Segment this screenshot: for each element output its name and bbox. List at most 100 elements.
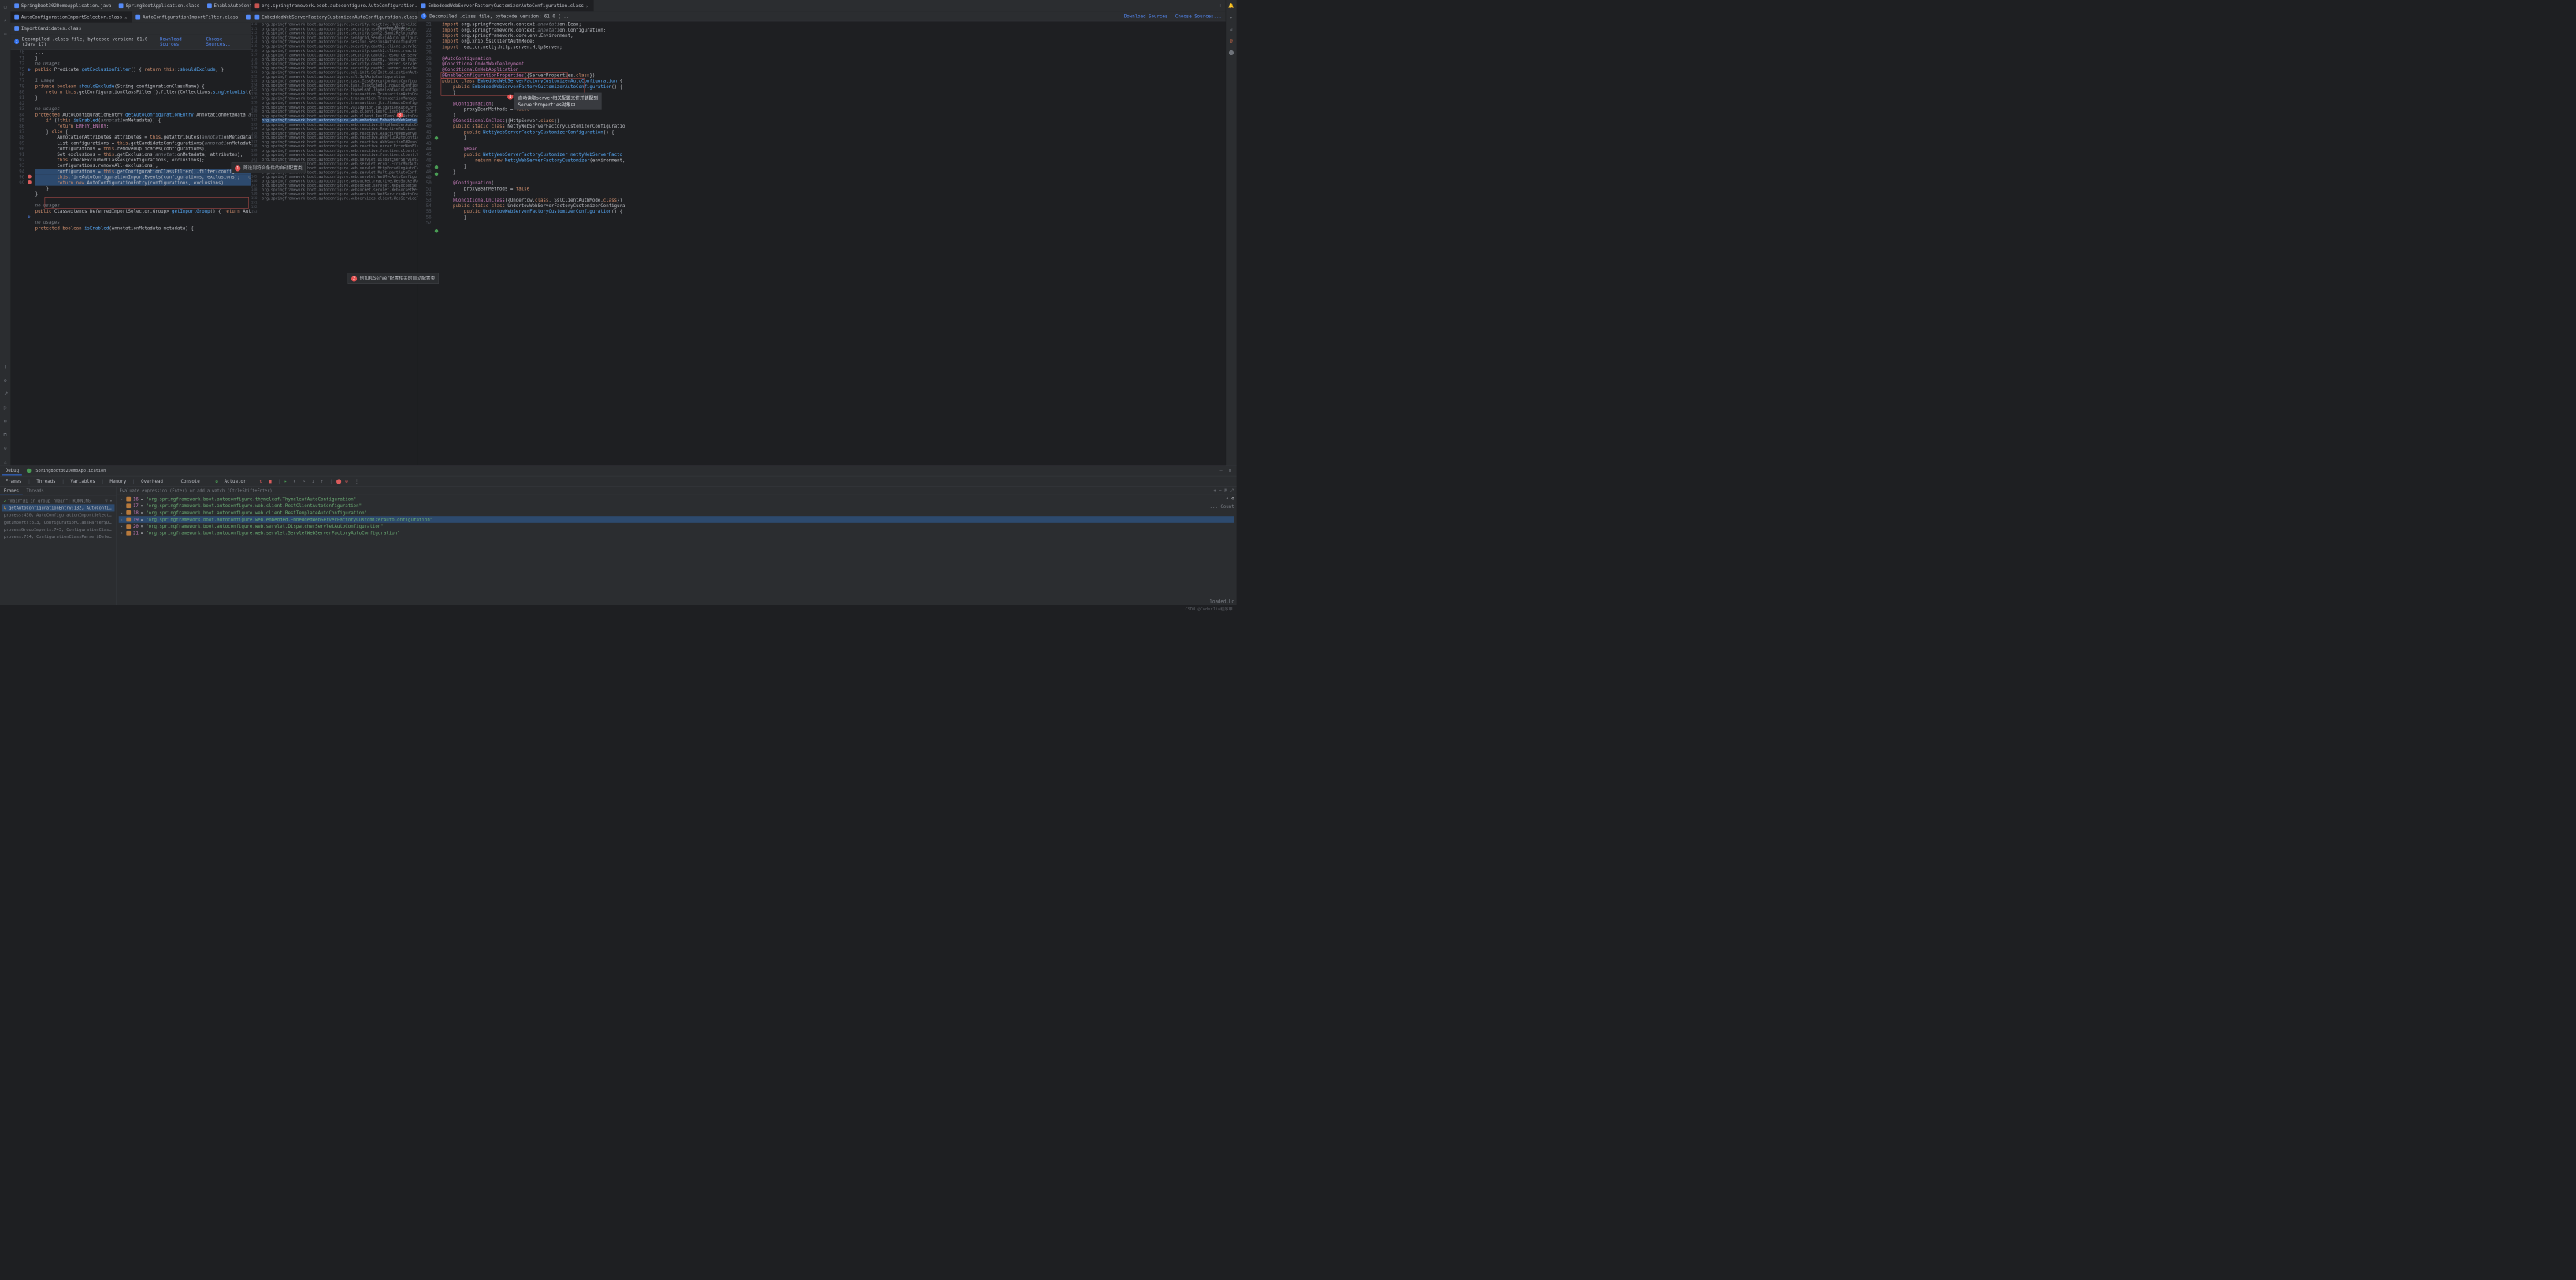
- notif-icon[interactable]: 🔔: [1228, 3, 1234, 9]
- hide-icon[interactable]: ⊟: [1229, 468, 1234, 473]
- debug-app-name: SpringBoot302DemoApplication: [35, 468, 106, 473]
- choose-sources-link[interactable]: Choose Sources...: [206, 36, 247, 46]
- tab-overflow-icon[interactable]: ⋮: [1216, 3, 1226, 8]
- threads-subtab[interactable]: Threads: [23, 487, 48, 495]
- download-sources-link[interactable]: Download Sources: [160, 36, 199, 46]
- close-icon[interactable]: ×: [586, 4, 590, 8]
- bug-icon[interactable]: ⚙: [2, 377, 9, 384]
- variables-panel: Evaluate expression (Enter) or add a wat…: [117, 487, 1237, 605]
- rerun-icon[interactable]: ↻: [260, 478, 265, 484]
- add-icon[interactable]: +: [1213, 488, 1216, 493]
- frames-subtab[interactable]: Frames: [0, 487, 23, 495]
- tab-row-mid: org.springframework.boot.autoconfigure.A…: [251, 0, 418, 11]
- variables-btn[interactable]: Variables: [69, 477, 98, 485]
- step-into-icon[interactable]: ↓: [311, 478, 317, 484]
- debug-icon[interactable]: ⊡: [2, 418, 9, 425]
- dropdown-icon[interactable]: ▾: [109, 499, 112, 503]
- tab-enable-ac[interactable]: EnableAutoConfiguration.class: [203, 0, 251, 11]
- tab-import-filter[interactable]: AutoConfigurationImportFilter.class: [132, 11, 243, 22]
- maven-icon[interactable]: m: [1228, 38, 1234, 44]
- tab-filtering-cond[interactable]: FilteringSpringBootCondition.class: [242, 11, 251, 22]
- expand-icon[interactable]: ⤢: [1230, 488, 1234, 493]
- pause-icon[interactable]: ⏸: [293, 478, 299, 484]
- plugin-icon[interactable]: ⬤: [1228, 50, 1234, 56]
- tab-embedded-right[interactable]: EmbeddedWebServerFactoryCustomizerAutoCo…: [418, 0, 594, 11]
- annotation-4: 4 自动读取server相关配置文件并装配到 ServerProperties对…: [514, 93, 602, 110]
- view-bp-icon[interactable]: ⬤: [336, 478, 342, 484]
- db-icon[interactable]: ⊟: [1228, 27, 1234, 33]
- resume-icon[interactable]: ▸: [284, 478, 290, 484]
- m-icon[interactable]: M: [1225, 488, 1227, 493]
- actuator-btn[interactable]: Actuator: [222, 477, 249, 485]
- terminal-icon[interactable]: ⧉: [2, 432, 9, 438]
- code-editor-right[interactable]: 2122232425262829303132333435363738394041…: [418, 21, 1226, 465]
- more-debug-icon[interactable]: ⋮: [354, 478, 360, 484]
- code-editor-left[interactable]: 7071727576777880818283848586878889909192…: [10, 50, 251, 466]
- debug-tab[interactable]: Debug: [2, 466, 22, 476]
- tab-row-2: AutoConfigurationImportSelector.class× A…: [10, 11, 251, 22]
- badge-3: 3: [397, 113, 403, 118]
- reader-mode-label[interactable]: Reader Mode: [377, 25, 405, 30]
- tab-label: AutoConfigurationImportSelector.class: [21, 14, 122, 20]
- frame-row-current[interactable]: ↳ getAutoConfigurationEntry:132, AutoCon…: [2, 504, 115, 511]
- annotation-1: 1 筛选到符合条件的自动配置类: [232, 162, 306, 173]
- search-icon[interactable]: ⌕: [1226, 495, 1228, 501]
- frame-row[interactable]: processGroupImports:743, ConfigurationCl…: [2, 526, 115, 533]
- tab-import-selector[interactable]: AutoConfigurationImportSelector.class×: [10, 11, 132, 22]
- frames-btn[interactable]: Frames: [3, 477, 24, 485]
- project-icon[interactable]: ▢: [2, 4, 9, 10]
- step-out-icon[interactable]: ↑: [321, 478, 326, 484]
- tab-label: ImportCandidates.class: [21, 26, 81, 32]
- tab-embedded-mid[interactable]: EmbeddedWebServerFactoryCustomizerAutoCo…: [251, 11, 418, 22]
- editor-pane-left: SpringBoot302DemoApplication.java Spring…: [10, 0, 251, 465]
- tool-icon[interactable]: T: [2, 364, 9, 370]
- frame-text: getAutoConfigurationEntry:132, AutoConfi…: [9, 506, 114, 510]
- step-over-icon[interactable]: ↷: [303, 478, 308, 484]
- console-btn[interactable]: Console: [179, 477, 202, 485]
- ai-icon[interactable]: ✦: [1228, 15, 1234, 21]
- warn-icon[interactable]: ⚠: [2, 459, 9, 466]
- stop-icon[interactable]: ■: [269, 478, 274, 484]
- tab-import-candidates[interactable]: ImportCandidates.class: [10, 23, 85, 34]
- tab-sb-app[interactable]: SpringBootApplication.class: [115, 0, 203, 11]
- editor-pane-middle: org.springframework.boot.autoconfigure.A…: [251, 0, 418, 465]
- frame-row[interactable]: getImports:813, ConfigurationClassParser…: [2, 519, 115, 526]
- decompiled-banner: i Decompiled .class file, bytecode versi…: [10, 34, 251, 50]
- filter-icon[interactable]: ▽: [105, 499, 107, 503]
- choose-sources-link[interactable]: Choose Sources...: [1175, 13, 1222, 19]
- run-icon[interactable]: ▷: [2, 405, 9, 411]
- frame-row[interactable]: process:430, AutoConfigurationImportSele…: [2, 511, 115, 518]
- tab-row-right: EmbeddedWebServerFactoryCustomizerAutoCo…: [418, 0, 1226, 11]
- close-icon[interactable]: ×: [124, 15, 128, 19]
- tab-label: EmbeddedWebServerFactoryCustomizerAutoCo…: [262, 14, 417, 20]
- git-icon[interactable]: ⎇: [2, 391, 9, 397]
- tab-demo-app[interactable]: SpringBoot302DemoApplication.java: [10, 0, 115, 11]
- structure-icon[interactable]: ⌕: [2, 17, 9, 24]
- annotation-2: 2 例如和Server配置相关的自动配置类: [348, 273, 439, 284]
- memory-btn[interactable]: Memory: [108, 477, 129, 485]
- tab-row-mid2: EmbeddedWebServerFactoryCustomizerAutoCo…: [251, 11, 418, 22]
- check-icon: ✓: [4, 499, 6, 503]
- problems-icon[interactable]: ⊘: [2, 445, 9, 451]
- tab-imports-file[interactable]: org.springframework.boot.autoconfigure.A…: [251, 0, 418, 11]
- right-toolbar: 🔔 ✦ ⊟ m ⬤: [1226, 0, 1236, 465]
- left-toolbar: ▢ ⌕ ⋯ T ⚙ ⎇ ▷ ⊡ ⧉ ⊘ ⚠: [0, 0, 10, 465]
- minimize-icon[interactable]: —: [1219, 468, 1225, 473]
- download-sources-link[interactable]: Download Sources: [1124, 13, 1167, 19]
- thread-name: "main"@1 in group "main": RUNNING: [8, 499, 91, 503]
- count-label: ... Count: [1210, 504, 1234, 510]
- frame-row[interactable]: process:714, ConfigurationClassParser$De…: [2, 533, 115, 540]
- threads-btn[interactable]: Threads: [34, 477, 58, 485]
- mute-bp-icon[interactable]: ⊘: [345, 478, 351, 484]
- tab-label: org.springframework.boot.autoconfigure.A…: [262, 3, 417, 9]
- gear-icon[interactable]: ⚙: [1231, 495, 1234, 501]
- overhead-btn[interactable]: Overhead: [139, 477, 165, 485]
- code-editor-middle[interactable]: Reader Mode ✓ 11011111211311411511611711…: [251, 23, 418, 466]
- more-icon[interactable]: ⋯: [2, 31, 9, 37]
- info-icon: i: [14, 39, 19, 44]
- eval-hint[interactable]: Evaluate expression (Enter) or add a wat…: [120, 488, 273, 493]
- remove-icon[interactable]: −: [1219, 488, 1221, 493]
- thread-row[interactable]: ✓ "main"@1 in group "main": RUNNING ▽ ▾: [2, 497, 115, 504]
- check-icon: ✓: [408, 25, 410, 30]
- editor-pane-right: EmbeddedWebServerFactoryCustomizerAutoCo…: [418, 0, 1226, 465]
